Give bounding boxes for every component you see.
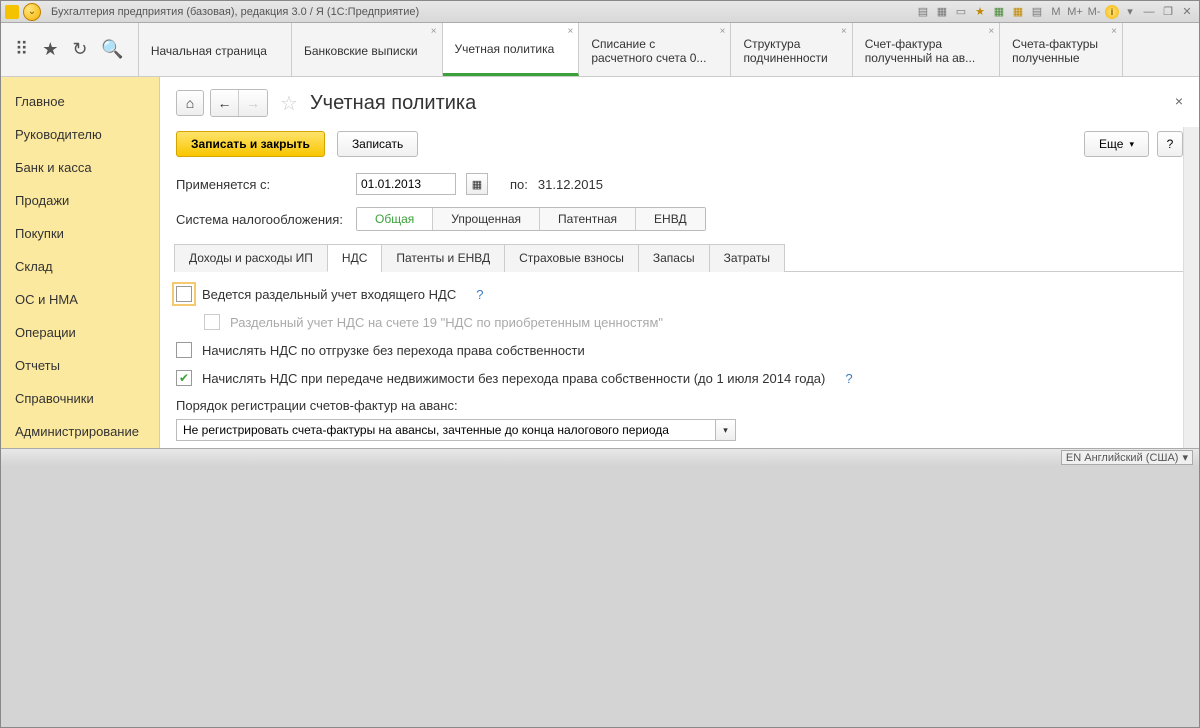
checkbox-vat-shipment[interactable] (176, 342, 192, 358)
language-indicator[interactable]: EN Английский (США)▾ (1061, 450, 1193, 465)
sidebar-item-assets[interactable]: ОС и НМА (1, 283, 159, 316)
subtab-insurance[interactable]: Страховые взносы (504, 244, 639, 272)
page-close-icon[interactable]: × (1175, 93, 1183, 109)
back-button[interactable]: ← (211, 90, 239, 116)
favorite-star-icon[interactable]: ☆ (280, 91, 298, 116)
top-toolbar: ⠿ ★ ↻ 🔍 Начальная страница Банковские вы… (1, 23, 1199, 77)
applies-from-label: Применяется с: (176, 177, 346, 192)
applies-from-input[interactable] (356, 173, 456, 195)
tax-patent[interactable]: Патентная (540, 208, 636, 230)
advance-invoice-select[interactable] (176, 419, 716, 441)
sidebar-item-sales[interactable]: Продажи (1, 184, 159, 217)
tab-close-icon[interactable]: × (841, 26, 847, 37)
tab-structure[interactable]: Структураподчиненности× (731, 23, 852, 76)
help-link-icon[interactable]: ? (476, 287, 483, 302)
subtab-costs[interactable]: Затраты (709, 244, 785, 272)
checkbox-separate-vat-19-label: Раздельный учет НДС на счете 19 "НДС по … (230, 315, 663, 330)
tab-close-icon[interactable]: × (567, 26, 573, 37)
to-date: 31.12.2015 (538, 177, 603, 192)
sidebar-item-manager[interactable]: Руководителю (1, 118, 159, 151)
to-label: по: (510, 177, 528, 192)
m-plus-icon[interactable]: M+ (1067, 4, 1083, 20)
tb-tool-2[interactable]: ▦ (934, 4, 950, 20)
sidebar-item-warehouse[interactable]: Склад (1, 250, 159, 283)
tb-tool-4[interactable]: ▦ (991, 4, 1007, 20)
tax-system-label: Система налогообложения: (176, 212, 346, 227)
select-dropdown-icon[interactable]: ▾ (716, 419, 736, 441)
tb-tool-1[interactable]: ▤ (915, 4, 931, 20)
m-minus-icon[interactable]: M- (1086, 4, 1102, 20)
save-close-button[interactable]: Записать и закрыть (176, 131, 325, 157)
checkbox-separate-vat-label: Ведется раздельный учет входящего НДС (202, 287, 456, 302)
sidebar-item-bank[interactable]: Банк и касса (1, 151, 159, 184)
tax-simplified[interactable]: Упрощенная (433, 208, 540, 230)
date-picker-icon[interactable]: ▦ (466, 173, 488, 195)
tab-close-icon[interactable]: × (431, 26, 437, 37)
chevron-down-icon: ▾ (1182, 451, 1188, 464)
save-button[interactable]: Записать (337, 131, 418, 157)
help-button[interactable]: ? (1157, 131, 1183, 157)
checkbox-separate-vat-19 (204, 314, 220, 330)
checkbox-separate-vat[interactable] (176, 286, 192, 302)
scrollbar[interactable] (1183, 127, 1199, 448)
sidebar-item-operations[interactable]: Операции (1, 316, 159, 349)
home-button[interactable]: ⌂ (176, 90, 204, 116)
tab-accounting-policy[interactable]: Учетная политика× (443, 23, 580, 76)
sidebar-item-reports[interactable]: Отчеты (1, 349, 159, 382)
tax-system-toggle: Общая Упрощенная Патентная ЕНВД (356, 207, 706, 231)
tab-invoices[interactable]: Счета-фактурыполученные× (1000, 23, 1123, 76)
page-title: Учетная политика (310, 92, 476, 115)
subtab-income[interactable]: Доходы и расходы ИП (174, 244, 328, 272)
history-icon[interactable]: ↻ (72, 39, 87, 60)
calendar-icon[interactable]: ▤ (1029, 4, 1045, 20)
titlebar: ⌄ Бухгалтерия предприятия (базовая), ред… (1, 1, 1199, 23)
app-icon (5, 5, 19, 19)
sidebar-item-purchases[interactable]: Покупки (1, 217, 159, 250)
minimize-icon[interactable]: — (1141, 4, 1157, 20)
nav-back-icon[interactable]: ⌄ (23, 3, 41, 21)
maximize-icon[interactable]: ❐ (1160, 4, 1176, 20)
tabs: Начальная страница Банковские выписки× У… (139, 23, 1199, 76)
window-title: Бухгалтерия предприятия (базовая), редак… (51, 6, 419, 18)
sidebar: Главное Руководителю Банк и касса Продаж… (1, 77, 159, 448)
advance-invoice-label: Порядок регистрации счетов-фактур на ава… (176, 398, 1183, 413)
forward-button[interactable]: → (239, 90, 267, 116)
sidebar-item-main[interactable]: Главное (1, 85, 159, 118)
tax-envd[interactable]: ЕНВД (636, 208, 705, 230)
dropdown-icon[interactable]: ▾ (1122, 4, 1138, 20)
close-icon[interactable]: ✕ (1179, 4, 1195, 20)
help-link-icon[interactable]: ? (845, 371, 852, 386)
subtab-stocks[interactable]: Запасы (638, 244, 710, 272)
favorite-icon[interactable]: ★ (972, 4, 988, 20)
checkbox-vat-realestate[interactable] (176, 370, 192, 386)
tab-close-icon[interactable]: × (720, 26, 726, 37)
tab-home[interactable]: Начальная страница (139, 23, 292, 76)
tab-close-icon[interactable]: × (988, 26, 994, 37)
tab-invoice-received[interactable]: Счет-фактураполученный на ав...× (853, 23, 1000, 76)
search-icon[interactable]: 🔍 (101, 39, 123, 60)
calculator-icon[interactable]: ▦ (1010, 4, 1026, 20)
info-icon[interactable]: i (1105, 5, 1119, 19)
tab-close-icon[interactable]: × (1111, 26, 1117, 37)
statusbar: EN Английский (США)▾ (1, 448, 1199, 466)
subtab-nds[interactable]: НДС (327, 244, 382, 272)
sidebar-item-directories[interactable]: Справочники (1, 382, 159, 415)
tab-bank[interactable]: Банковские выписки× (292, 23, 443, 76)
tab-writeoff[interactable]: Списание срасчетного счета 0...× (579, 23, 731, 76)
main-content: × ⌂ ← → ☆ Учетная политика Записать и за… (159, 77, 1199, 448)
subtabs: Доходы и расходы ИП НДС Патенты и ЕНВД С… (174, 243, 1183, 272)
checkbox-vat-shipment-label: Начислять НДС по отгрузке без перехода п… (202, 343, 585, 358)
sidebar-item-admin[interactable]: Администрирование (1, 415, 159, 448)
tb-tool-3[interactable]: ▭ (953, 4, 969, 20)
more-button[interactable]: Еще (1084, 131, 1149, 157)
m-icon[interactable]: M (1048, 4, 1064, 20)
subtab-patents[interactable]: Патенты и ЕНВД (381, 244, 505, 272)
apps-icon[interactable]: ⠿ (15, 39, 28, 60)
checkbox-vat-realestate-label: Начислять НДС при передаче недвижимости … (202, 371, 825, 386)
star-icon[interactable]: ★ (42, 39, 58, 60)
tax-general[interactable]: Общая (357, 208, 433, 230)
